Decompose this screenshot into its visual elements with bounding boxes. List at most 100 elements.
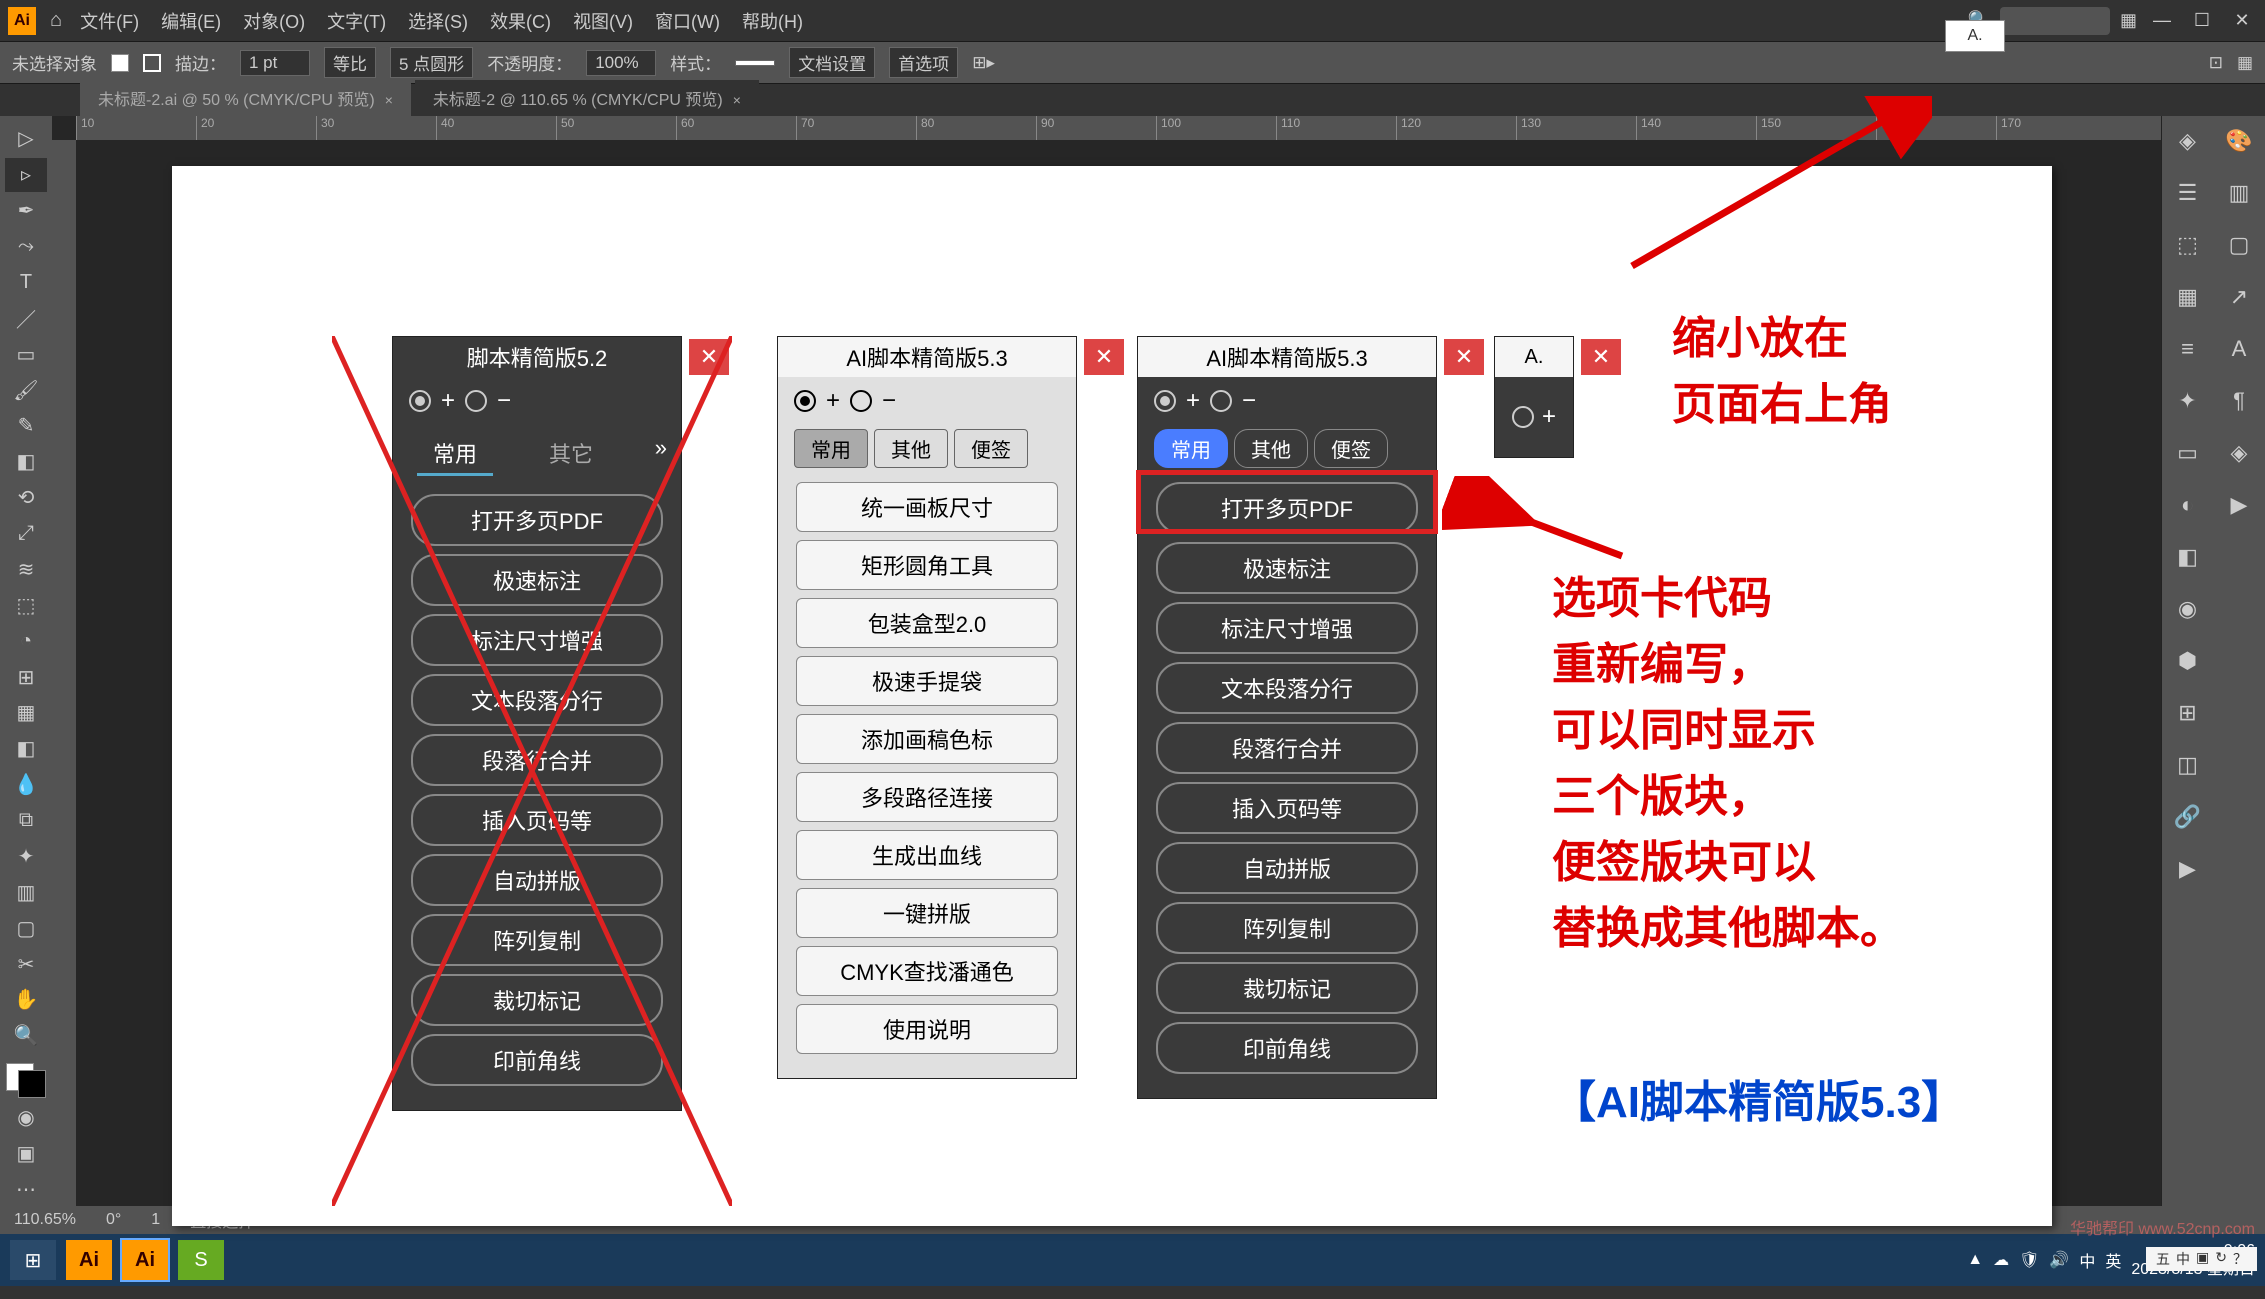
rotation[interactable]: 0°	[106, 1211, 121, 1229]
btn-round-corner[interactable]: 矩形圆角工具	[796, 540, 1058, 590]
minus-icon[interactable]: −	[497, 387, 511, 415]
tab-notes[interactable]: 便签	[954, 429, 1028, 468]
scale-tool[interactable]: ⤢	[5, 517, 47, 551]
menu-effect[interactable]: 效果(C)	[490, 8, 551, 34]
opacity-input[interactable]: 100%	[586, 50, 656, 76]
preferences-button[interactable]: 首选项	[889, 47, 958, 78]
panel-collapse-icon[interactable]: ⊡	[2209, 53, 2223, 73]
menu-help[interactable]: 帮助(H)	[742, 8, 803, 34]
draw-mode[interactable]: ◉	[5, 1100, 47, 1134]
close-icon[interactable]: ×	[385, 92, 393, 108]
direct-selection-tool[interactable]: ▹	[5, 158, 47, 192]
panel-options-icon[interactable]: ▦	[2237, 53, 2253, 73]
perspective-tool[interactable]: ⊞	[5, 660, 47, 694]
btn-open-pdf[interactable]: 打开多页PDF	[411, 494, 663, 546]
btn-cmyk-pantone[interactable]: CMYK查找潘通色	[796, 946, 1058, 996]
menu-view[interactable]: 视图(V)	[573, 8, 633, 34]
btn-dim-enhance[interactable]: 标注尺寸增强	[411, 614, 663, 666]
panel-close-button[interactable]: ✕	[1444, 339, 1484, 375]
maximize-button[interactable]: ☐	[2187, 9, 2217, 33]
transform-icon[interactable]: ◈	[2218, 434, 2260, 472]
symbols-icon[interactable]: ✦	[2167, 382, 2209, 420]
minus-icon[interactable]: −	[882, 387, 896, 415]
btn-unify-artboard[interactable]: 统一画板尺寸	[796, 482, 1058, 532]
shaper-tool[interactable]: ✎	[5, 409, 47, 443]
stroke-icon[interactable]: ▭	[2167, 434, 2209, 472]
artboard-nav[interactable]: 1	[151, 1211, 160, 1229]
radio-off-icon[interactable]	[1210, 390, 1232, 412]
asset-export-icon[interactable]: ↗	[2218, 278, 2260, 316]
brush-tool[interactable]: 🖌	[5, 373, 47, 407]
ime-tray[interactable]: 五中▣↻？	[2146, 1247, 2257, 1271]
gradient-tool[interactable]: ◧	[5, 732, 47, 766]
brushes-icon[interactable]: ≡	[2167, 330, 2209, 368]
lang-icon[interactable]: 英	[2105, 1248, 2121, 1272]
plus-icon[interactable]: +	[826, 387, 840, 415]
start-button[interactable]: ⊞	[10, 1240, 56, 1280]
btn-one-click-impose[interactable]: 一键拼版	[796, 888, 1058, 938]
properties-icon[interactable]: ◈	[2167, 122, 2209, 160]
free-transform-tool[interactable]: ⬚	[5, 588, 47, 622]
canvas-area[interactable]: 1020304050607080901001101201301401501601…	[52, 116, 2161, 1206]
btn-help[interactable]: 使用说明	[796, 1004, 1058, 1054]
btn-corner-marks[interactable]: 印前角线	[411, 1034, 663, 1086]
appearance-icon[interactable]: ◉	[2167, 590, 2209, 628]
radio-on-icon[interactable]	[1154, 390, 1176, 412]
swatches-icon[interactable]: ▦	[2167, 278, 2209, 316]
btn-text-split[interactable]: 文本段落分行	[411, 674, 663, 726]
tab-other[interactable]: 其它	[533, 433, 609, 476]
chevron-right-icon[interactable]: »	[655, 435, 667, 461]
btn-auto-impose[interactable]: 自动拼版	[1156, 842, 1418, 894]
stroke-swatch[interactable]	[143, 54, 161, 72]
eraser-tool[interactable]: ◧	[5, 445, 47, 479]
edit-toolbar[interactable]: ⋯	[5, 1172, 47, 1206]
panel-close-button[interactable]: ✕	[1581, 339, 1621, 375]
mesh-tool[interactable]: ▦	[5, 696, 47, 730]
btn-connect-paths[interactable]: 多段路径连接	[796, 772, 1058, 822]
scale-mode-select[interactable]: 等比	[324, 47, 376, 78]
radio-on-icon[interactable]	[794, 390, 816, 412]
char-icon[interactable]: A	[2218, 330, 2260, 368]
width-tool[interactable]: ≋	[5, 553, 47, 587]
transparency-icon[interactable]: ◧	[2167, 538, 2209, 576]
zoom-tool[interactable]: 🔍	[5, 1019, 47, 1053]
menu-object[interactable]: 对象(O)	[243, 8, 305, 34]
btn-crop-marks[interactable]: 裁切标记	[411, 974, 663, 1026]
menu-window[interactable]: 窗口(W)	[655, 8, 720, 34]
btn-box-type[interactable]: 包装盒型2.0	[796, 598, 1058, 648]
rotate-tool[interactable]: ⟲	[5, 481, 47, 515]
panel-close-button[interactable]: ✕	[1084, 339, 1124, 375]
minus-icon[interactable]: −	[1242, 387, 1256, 415]
tray-icon[interactable]: 🔊	[2049, 1250, 2069, 1270]
tab-other[interactable]: 其他	[1234, 429, 1308, 468]
btn-auto-impose[interactable]: 自动拼版	[411, 854, 663, 906]
brush-select[interactable]: 5 点圆形	[390, 47, 473, 78]
btn-fast-annotate[interactable]: 极速标注	[411, 554, 663, 606]
btn-open-pdf[interactable]: 打开多页PDF	[1156, 482, 1418, 534]
cc-libraries-icon[interactable]: ⬚	[2167, 226, 2209, 264]
pathfinder-icon[interactable]: ◫	[2167, 746, 2209, 784]
radio-off-icon[interactable]	[465, 390, 487, 412]
tab-common[interactable]: 常用	[417, 433, 493, 476]
align-icon[interactable]: ⊞▸	[972, 53, 995, 73]
ime-icon[interactable]: 中	[2079, 1248, 2095, 1272]
tray-icon[interactable]: ▲	[1967, 1251, 1983, 1269]
tab-other[interactable]: 其他	[874, 429, 948, 468]
tab-notes[interactable]: 便签	[1314, 429, 1388, 468]
curvature-tool[interactable]: ⤳	[5, 230, 47, 264]
btn-add-colorbar[interactable]: 添加画稿色标	[796, 714, 1058, 764]
para-icon[interactable]: ¶	[2218, 382, 2260, 420]
graph-tool[interactable]: ▥	[5, 875, 47, 909]
artboards-icon[interactable]: ▢	[2218, 226, 2260, 264]
line-tool[interactable]: ／	[5, 301, 47, 335]
eyedropper-tool[interactable]: 💧	[5, 768, 47, 802]
selection-tool[interactable]: ▷	[5, 122, 47, 156]
btn-page-number[interactable]: 插入页码等	[1156, 782, 1418, 834]
align-icon[interactable]: ⊞	[2167, 694, 2209, 732]
home-icon[interactable]: ⌂	[50, 9, 62, 32]
minimize-button[interactable]: —	[2147, 9, 2177, 33]
tray-icon[interactable]: ☁	[1993, 1250, 2009, 1270]
menu-select[interactable]: 选择(S)	[408, 8, 468, 34]
btn-dim-enhance[interactable]: 标注尺寸增强	[1156, 602, 1418, 654]
btn-corner-marks[interactable]: 印前角线	[1156, 1022, 1418, 1074]
